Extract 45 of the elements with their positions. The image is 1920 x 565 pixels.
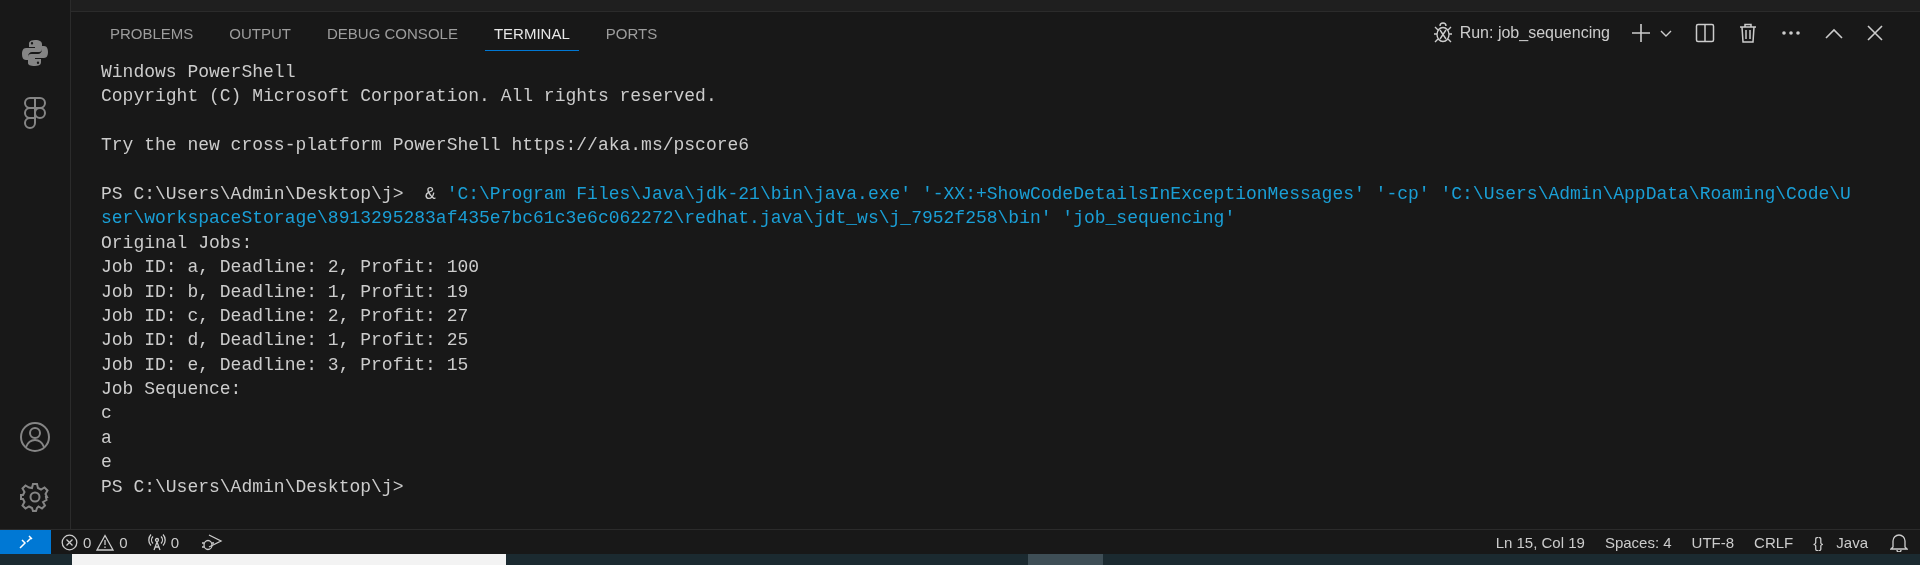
- terminal-text: PS C:\Users\Admin\Desktop\j> &: [101, 183, 437, 204]
- terminal-text: Try the new cross-platform PowerShell https://aka.ms/pscore6: [101, 135, 750, 156]
- terminal-text: e: [101, 452, 112, 473]
- panel-tab[interactable]: TERMINAL: [484, 15, 579, 51]
- close-icon[interactable]: [1867, 25, 1883, 41]
- panel-tab[interactable]: DEBUG CONSOLE: [318, 15, 467, 51]
- terminal-text: Job Sequence:: [101, 379, 242, 400]
- error-icon: [61, 533, 78, 551]
- remote-icon: [17, 534, 34, 550]
- terminal-text: Windows PowerShell: [101, 62, 296, 82]
- chevron-up-icon[interactable]: [1825, 27, 1843, 39]
- more-icon[interactable]: [1781, 30, 1801, 36]
- language-status[interactable]: {} Java: [1803, 530, 1878, 554]
- terminal-text: Job ID: a, Deadline: 2, Profit: 100: [101, 257, 480, 278]
- settings-icon[interactable]: [19, 481, 51, 513]
- problems-status[interactable]: 0 0: [51, 530, 138, 554]
- run-config-button[interactable]: Run: job_sequencing: [1425, 22, 1616, 44]
- panel-tab[interactable]: PROBLEMS: [101, 15, 203, 51]
- encoding-status[interactable]: UTF-8: [1681, 530, 1745, 554]
- terminal-command: 'C:\Program Files\Java\jdk-21\bin\java.exe' '-XX:+ShowCodeDetailsInExceptionMessages' '-cp' 'C:\Users\Admin\AppData\Roaming\Code\U: [446, 183, 1851, 204]
- plus-icon[interactable]: [1631, 23, 1651, 43]
- cursor-position[interactable]: Ln 15, Col 19: [1485, 530, 1595, 554]
- indentation-status[interactable]: Spaces: 4: [1594, 530, 1682, 554]
- terminal-text: Job ID: b, Deadline: 1, Profit: 19: [101, 281, 469, 302]
- terminal-text: c: [101, 403, 112, 424]
- terminal-text: Original Jobs:: [101, 232, 253, 253]
- terminal-command: ser\workspaceStorage\8913295283af435e7bc61c3e6c062272\redhat.java\jdt_ws\j_7952f258\bin' 'job_sequencing': [101, 208, 1236, 229]
- terminal-text: Copyright (C) Microsoft Corporation. All rights reserved.: [101, 86, 717, 107]
- line-ending-status[interactable]: CRLF: [1744, 530, 1804, 554]
- terminal-text: Job ID: d, Deadline: 1, Profit: 25: [101, 330, 469, 351]
- terminal-text: Job ID: e, Deadline: 3, Profit: 15: [101, 354, 469, 375]
- account-icon[interactable]: [19, 421, 51, 453]
- run-debug-icon[interactable]: [201, 533, 224, 551]
- ports-status[interactable]: 0: [137, 530, 190, 554]
- terminal-text: a: [101, 427, 112, 448]
- split-icon[interactable]: [1695, 23, 1715, 43]
- trash-icon[interactable]: [1739, 23, 1757, 43]
- terminal-text: Job ID: c, Deadline: 2, Profit: 27: [101, 305, 469, 326]
- terminal-text: PS C:\Users\Admin\Desktop\j>: [101, 476, 404, 497]
- bell-icon[interactable]: [1890, 532, 1908, 552]
- bug-icon: [1431, 22, 1454, 44]
- antenna-icon: [147, 533, 166, 551]
- panel-tab[interactable]: OUTPUT: [220, 15, 301, 51]
- warning-icon: [96, 533, 115, 551]
- panel-tab[interactable]: PORTS: [596, 15, 667, 51]
